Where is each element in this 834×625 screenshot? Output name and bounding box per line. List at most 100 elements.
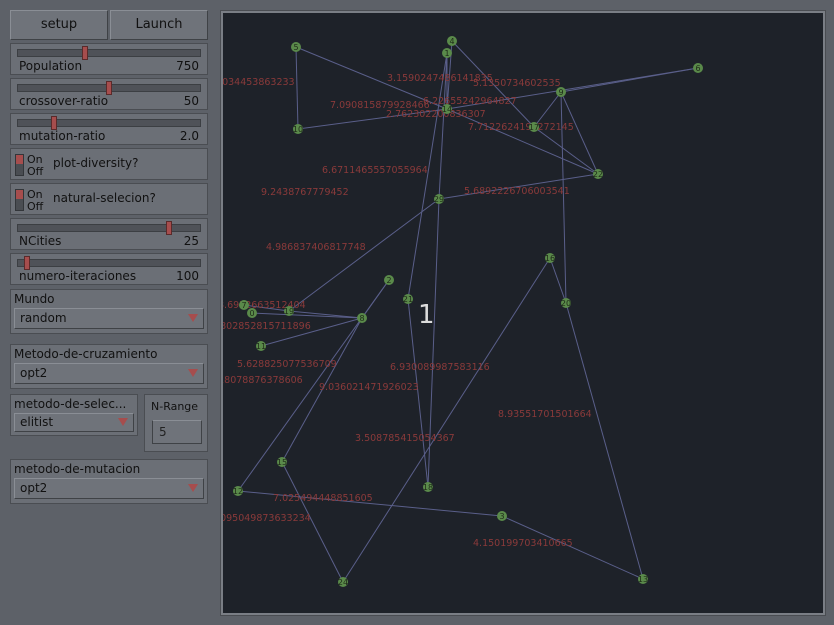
slider-handle[interactable] (106, 81, 112, 95)
city-id-label: 29 (434, 195, 444, 204)
city-id-label: 24 (338, 578, 348, 587)
city-id-label: 2 (386, 276, 391, 285)
city-id-label: 15 (277, 458, 287, 467)
n-range-input-box[interactable]: N-Range 5 (144, 394, 208, 452)
slider-label: Population (19, 59, 83, 73)
city-node[interactable]: 22 (593, 169, 603, 179)
edge-distance-label: 6.095049873633234 (223, 513, 311, 524)
city-node[interactable]: 1 (442, 48, 452, 58)
city-id-label: 12 (233, 487, 243, 496)
city-node[interactable]: 10 (293, 124, 303, 134)
city-node[interactable]: 9 (556, 87, 566, 97)
city-node[interactable]: 12 (233, 486, 243, 496)
edge-distance-label: 3.508785415054367 (355, 433, 455, 444)
mundo-select[interactable]: random (14, 308, 204, 329)
city-id-label: 7 (241, 301, 246, 310)
city-id-label: 6 (695, 64, 700, 73)
city-node[interactable]: 5 (291, 42, 301, 52)
mutacion-chooser[interactable]: metodo-de-mutacion opt2 (10, 459, 208, 504)
setup-button[interactable]: setup (10, 10, 108, 40)
plot-diversity-switch[interactable]: On Off plot-diversity? (10, 148, 208, 180)
city-node[interactable]: 7 (239, 300, 249, 310)
slider-handle[interactable] (24, 256, 31, 270)
toggle-knob[interactable] (15, 189, 24, 211)
select-value: elitist (20, 415, 54, 429)
seleccion-select[interactable]: elitist (14, 413, 134, 432)
population-slider[interactable]: Population 750 (10, 43, 208, 75)
city-node[interactable]: 4 (447, 36, 457, 46)
city-node[interactable]: 18 (423, 482, 433, 492)
city-id-label: 22 (593, 170, 603, 179)
toggle-on-label: On (27, 188, 43, 201)
natural-selection-switch[interactable]: On Off natural-selecion? (10, 183, 208, 215)
chevron-down-icon (118, 418, 128, 426)
ncities-slider[interactable]: NCities 25 (10, 218, 208, 250)
launch-button[interactable]: Launch (110, 10, 208, 40)
mutation-ratio-slider[interactable]: mutation-ratio 2.0 (10, 113, 208, 145)
toggle-off-label: Off (27, 165, 44, 178)
city-node[interactable]: 2 (384, 275, 394, 285)
cruzamiento-select[interactable]: opt2 (14, 363, 204, 384)
toggle-on-label: On (27, 153, 43, 166)
slider-track[interactable] (17, 221, 201, 235)
toggle-knob[interactable] (15, 154, 24, 176)
city-node[interactable]: 20 (561, 298, 571, 308)
edge-distance-label: 8.93551701501664 (498, 409, 592, 420)
select-value: random (20, 311, 67, 325)
world-view[interactable]: 8.0344538632333.15902474861418355.135073… (220, 10, 826, 616)
city-node[interactable]: 15 (277, 457, 287, 467)
mutacion-select[interactable]: opt2 (14, 478, 204, 499)
city-node[interactable]: 11 (256, 341, 266, 351)
city-node[interactable]: 14 (442, 104, 452, 114)
city-node[interactable]: 19 (284, 306, 294, 316)
toggle-off-label: Off (27, 200, 44, 213)
seleccion-chooser[interactable]: metodo-de-selec... elitist (10, 394, 138, 436)
city-node[interactable]: 3 (497, 511, 507, 521)
world-canvas[interactable]: 8.0344538632333.15902474861418355.135073… (223, 13, 823, 613)
edge-distance-label: 7.7122624194272145 (468, 122, 574, 133)
city-id-label: 10 (293, 125, 303, 134)
n-range-input[interactable]: 5 (152, 420, 202, 444)
world-center-label: 1 (418, 300, 435, 330)
city-id-label: 13 (638, 575, 648, 584)
slider-handle[interactable] (51, 116, 58, 130)
mundo-chooser[interactable]: Mundo random (10, 289, 208, 334)
city-node[interactable]: 0 (247, 308, 257, 318)
crossover-ratio-slider[interactable]: crossover-ratio 50 (10, 78, 208, 110)
edge-distance-label: 9.036021471926023 (319, 382, 419, 393)
slider-track[interactable] (17, 256, 201, 270)
city-node[interactable]: 6 (693, 63, 703, 73)
slider-handle[interactable] (166, 221, 173, 235)
chevron-down-icon (188, 484, 198, 492)
chevron-down-icon (188, 369, 198, 377)
city-node[interactable]: 17 (529, 122, 539, 132)
city-node[interactable]: 21 (403, 294, 413, 304)
slider-label: crossover-ratio (19, 94, 109, 108)
slider-value: 50 (183, 94, 199, 108)
city-id-label: 3 (499, 512, 504, 521)
edge-distance-label: 5.1350734602535 (473, 78, 561, 89)
slider-value: 100 (176, 269, 199, 283)
city-node[interactable]: 8 (357, 313, 367, 323)
n-range-value: 5 (159, 425, 167, 439)
city-node[interactable]: 29 (434, 194, 444, 204)
edge-distance-label: 5.628825077536709 (237, 359, 337, 370)
city-node[interactable]: 13 (638, 574, 648, 584)
slider-label: mutation-ratio (19, 129, 106, 143)
toggle[interactable]: On Off (14, 187, 50, 214)
city-id-label: 0 (249, 309, 254, 318)
numero-iteraciones-slider[interactable]: numero-iteraciones 100 (10, 253, 208, 285)
select-value: opt2 (20, 366, 48, 380)
cruzamiento-chooser[interactable]: Metodo-de-cruzamiento opt2 (10, 344, 208, 389)
city-node[interactable]: 16 (545, 253, 555, 263)
toggle[interactable]: On Off (14, 152, 50, 179)
slider-track[interactable] (17, 116, 201, 130)
chooser-title: metodo-de-mutacion (14, 462, 141, 476)
city-id-label: 18 (423, 483, 433, 492)
slider-track[interactable] (17, 46, 201, 60)
city-node[interactable]: 24 (338, 577, 348, 587)
slider-value: 750 (176, 59, 199, 73)
slider-handle[interactable] (82, 46, 89, 60)
slider-track[interactable] (17, 81, 201, 95)
city-id-label: 5 (293, 43, 298, 52)
